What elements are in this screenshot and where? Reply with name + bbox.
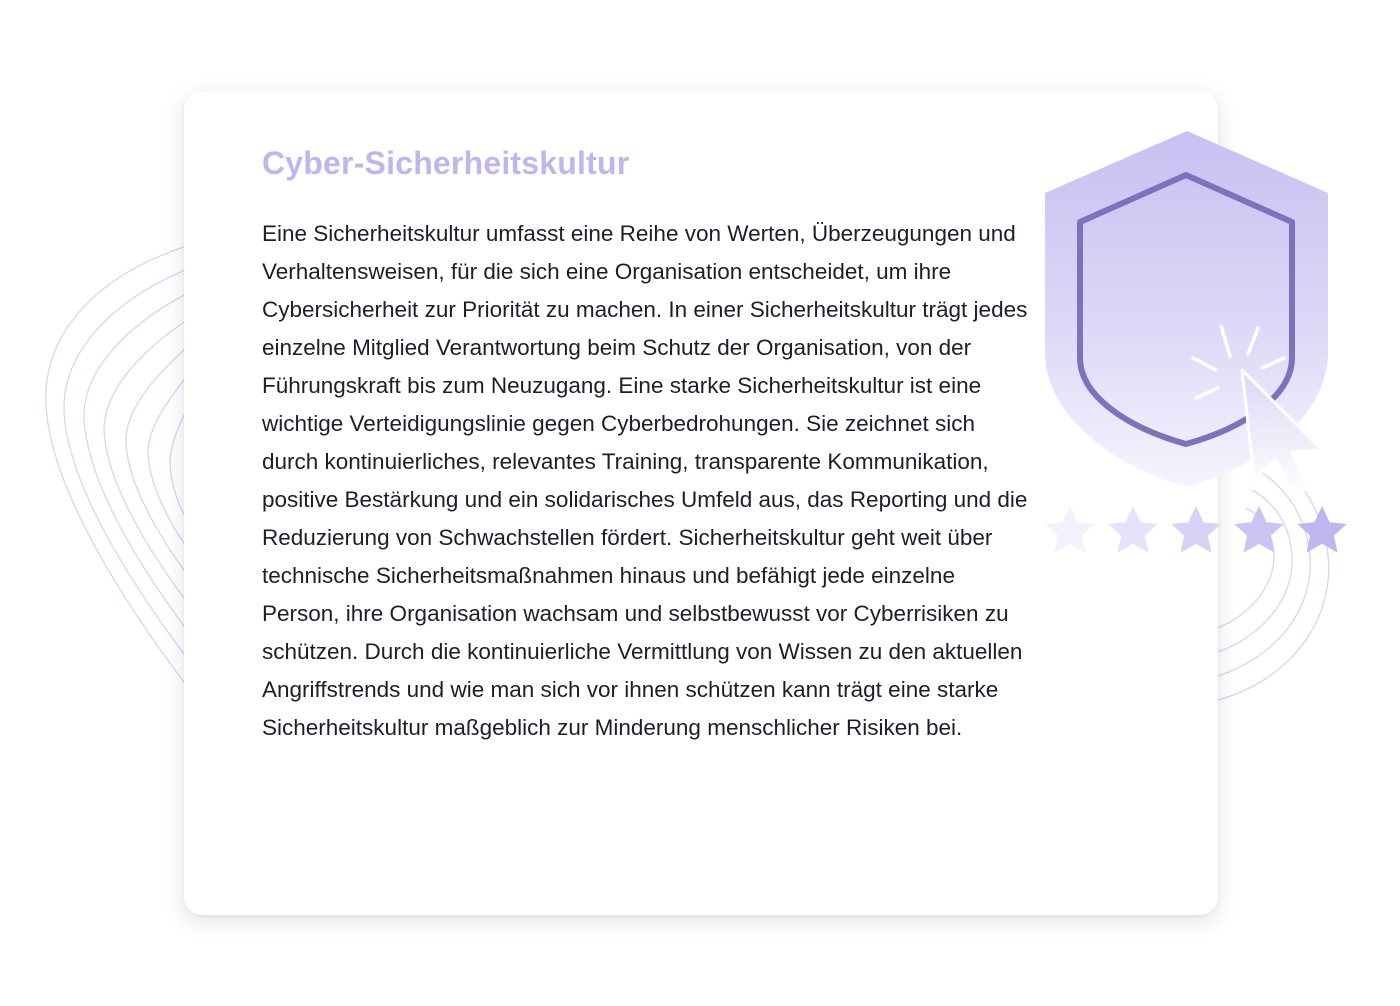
rating-stars bbox=[1045, 506, 1347, 553]
star-icon bbox=[1171, 506, 1221, 553]
security-illustration bbox=[1045, 131, 1347, 553]
star-icon bbox=[1234, 506, 1284, 553]
card-title: Cyber-Sicherheitskultur bbox=[262, 145, 630, 181]
star-icon bbox=[1045, 506, 1095, 553]
star-icon bbox=[1297, 506, 1347, 553]
card-body-text: Eine Sicherheitskultur umfasst eine Reih… bbox=[262, 221, 1028, 740]
star-icon bbox=[1108, 506, 1158, 553]
